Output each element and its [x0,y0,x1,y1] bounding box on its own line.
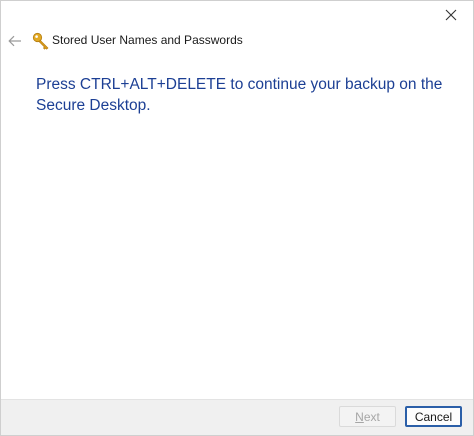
wizard-header: Stored User Names and Passwords [1,29,473,53]
wizard-title: Stored User Names and Passwords [52,33,243,47]
button-bar: Next Cancel [1,399,473,435]
title-bar [1,1,473,29]
instruction-message: Press CTRL+ALT+DELETE to continue your b… [36,76,443,114]
next-button[interactable]: Next [339,406,396,427]
cancel-button-label: Cancel [414,409,453,424]
next-button-label: ext [363,409,380,424]
cancel-button[interactable]: Cancel [405,406,462,427]
back-button[interactable] [5,31,25,51]
dialog-window: Stored User Names and Passwords Press CT… [0,0,474,436]
next-button-accelerator: N [355,409,364,424]
close-icon [445,9,457,21]
close-button[interactable] [429,1,473,29]
back-arrow-icon [8,35,21,47]
key-icon [32,32,49,50]
